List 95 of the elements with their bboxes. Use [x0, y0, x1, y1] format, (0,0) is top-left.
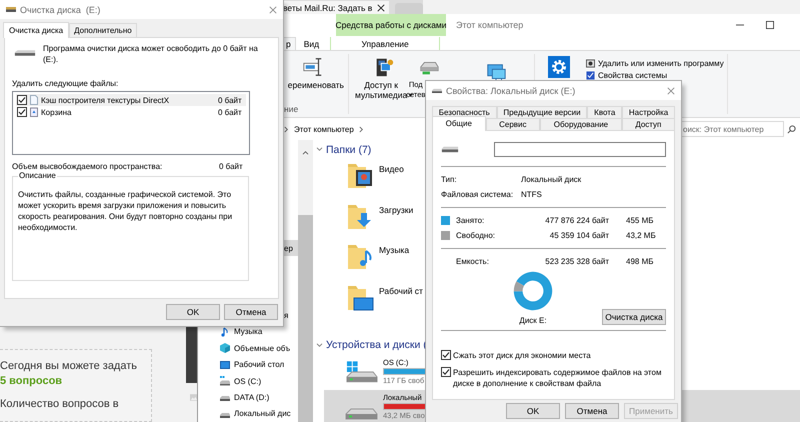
intro-text: Программа очистки диска может освободить до 0 байт на (E:). [43, 43, 258, 65]
drive-icon [14, 48, 36, 58]
tab[interactable]: Дополнительно [69, 23, 137, 37]
dialog-button[interactable]: OK [506, 403, 560, 419]
folder-label[interactable]: Рабочий ст [379, 286, 423, 296]
dialog-button[interactable]: OK [166, 304, 220, 320]
system-drive-icon [220, 376, 230, 386]
promo-text: Сегодня вы можете задать [0, 360, 138, 372]
field-value: NTFS [521, 190, 542, 199]
system-properties-link[interactable]: Свойства системы [598, 71, 668, 80]
window-title: Свойства: Локальный диск (E:) [446, 86, 576, 96]
byte-count: 45 359 104 байт [548, 231, 609, 240]
desktop-icon [220, 360, 230, 370]
description-text: Очистить файлы, созданные графической системой. Это может ускорить время загрузки приложения и повысить скорость реагирования. Они будут повторно созданы при необходимости. [18, 189, 234, 233]
settings-icon[interactable] [548, 56, 570, 78]
system-drive-icon [345, 360, 378, 385]
promo-text: Количество вопросов в [0, 398, 120, 410]
tab[interactable]: Оборудование [540, 118, 622, 130]
chevron-right-icon[interactable] [358, 126, 364, 132]
tab[interactable]: Общие [432, 116, 486, 131]
checkbox-label[interactable]: Сжать этот диск для экономии места [453, 350, 666, 361]
total-value: 0 байт [219, 162, 244, 171]
tab[interactable]: Квота [587, 106, 622, 118]
checkbox-label[interactable]: Разрешить индексировать содержимое файлов на этом диске в дополнение к свойствам файла [453, 367, 666, 389]
checkbox[interactable] [441, 367, 451, 377]
folder-label[interactable]: Загрузки [379, 204, 414, 214]
cube-icon [220, 343, 230, 354]
window-title: Очистка диска (E:) [20, 4, 100, 14]
context-tab-group: Средства работы с дисками [336, 14, 446, 36]
usage-label: Свободно: [456, 231, 496, 240]
close-icon[interactable] [377, 4, 386, 12]
uninstall-link[interactable]: Удалить или изменить программу [598, 59, 724, 68]
nav-item[interactable]: Локальный дис [198, 406, 298, 422]
field-value: Локальный диск [521, 175, 582, 184]
drive-icon [441, 144, 459, 154]
file-icon [30, 95, 38, 105]
media-button[interactable]: Доступ к мультимедиа [355, 80, 408, 100]
checkmark-icon[interactable] [586, 71, 595, 80]
nav-item[interactable]: OS (C:) [198, 372, 298, 390]
byte-count: 523 235 328 байт [544, 257, 609, 266]
program-icon[interactable] [586, 59, 595, 68]
ribbon-tab[interactable]: Вид [296, 37, 328, 50]
nav-item[interactable]: Объемные объ [198, 340, 298, 356]
tab[interactable]: Доступ [622, 118, 675, 130]
search-field[interactable]: оиск: Этот компьютер [680, 121, 784, 137]
scrollbar-thumb[interactable] [298, 215, 313, 422]
tab[interactable]: Сервис [486, 118, 540, 130]
search-icon[interactable] [787, 124, 796, 134]
scroll-up-icon[interactable] [302, 150, 309, 155]
dialog-button[interactable]: Отмена [224, 304, 278, 320]
usage-label: Емкость: [456, 257, 490, 266]
field-label: Файловая система: [441, 190, 514, 199]
size-value: 455 МБ [626, 216, 654, 225]
chevron-right-icon[interactable] [284, 126, 289, 132]
maximize-icon[interactable] [766, 21, 774, 29]
window-title: Этот компьютер [456, 20, 524, 30]
chevron-down-icon[interactable] [316, 147, 323, 152]
folder-label[interactable]: Видео [379, 164, 404, 174]
rename-icon[interactable] [302, 56, 324, 78]
size-value: 43,2 МБ [626, 231, 656, 240]
rename-button[interactable]: ереименовать [288, 80, 344, 90]
chevron-down-icon[interactable] [316, 342, 323, 348]
image-placeholder [186, 327, 197, 383]
file-list-item[interactable]: Корзина 0 байт [16, 106, 246, 118]
tab[interactable]: Очистка диска [3, 22, 70, 38]
checkbox[interactable] [17, 107, 27, 117]
file-list-item[interactable]: Кэш построителя текстуры DirectX 0 байт [16, 94, 246, 106]
size-value: 498 МБ [626, 257, 654, 266]
folder-label[interactable]: Музыка [379, 245, 410, 256]
scrollbar[interactable] [298, 140, 313, 422]
group-label: ние [284, 104, 298, 114]
byte-count: 477 876 224 байт [544, 216, 609, 225]
total-label: Объем высвобождаемого пространства: [12, 162, 162, 171]
breadcrumb-item[interactable]: Этот компьютер [294, 124, 354, 134]
group-title: Описание [18, 171, 57, 180]
list-label: Удалить следующие файлы: [12, 79, 120, 88]
disk-cleanup-button[interactable]: Очистка диска [602, 309, 666, 325]
nav-item[interactable]: DATA (D:) [198, 389, 298, 406]
drive-icon [432, 86, 442, 95]
question-count: 5 вопросов [0, 375, 64, 387]
caret-icon[interactable] [408, 94, 414, 97]
tab[interactable]: Предыдущие версии [496, 106, 588, 118]
field-label: Тип: [441, 175, 458, 184]
dialog-button[interactable]: Отмена [565, 403, 619, 419]
recycle-bin-icon [30, 107, 38, 117]
drive-icon [6, 5, 16, 14]
ribbon-tab[interactable]: Управление [330, 37, 440, 50]
checkbox[interactable] [441, 350, 451, 360]
section-heading[interactable]: Папки (7) [326, 144, 372, 156]
nav-item[interactable]: Рабочий стол [198, 356, 298, 373]
tab[interactable]: Настройка [622, 106, 676, 118]
volume-name-field[interactable] [494, 142, 666, 156]
chart-label: Диск E: [519, 316, 547, 325]
checkbox[interactable] [17, 95, 27, 105]
usage-label: Занято: [456, 216, 486, 225]
